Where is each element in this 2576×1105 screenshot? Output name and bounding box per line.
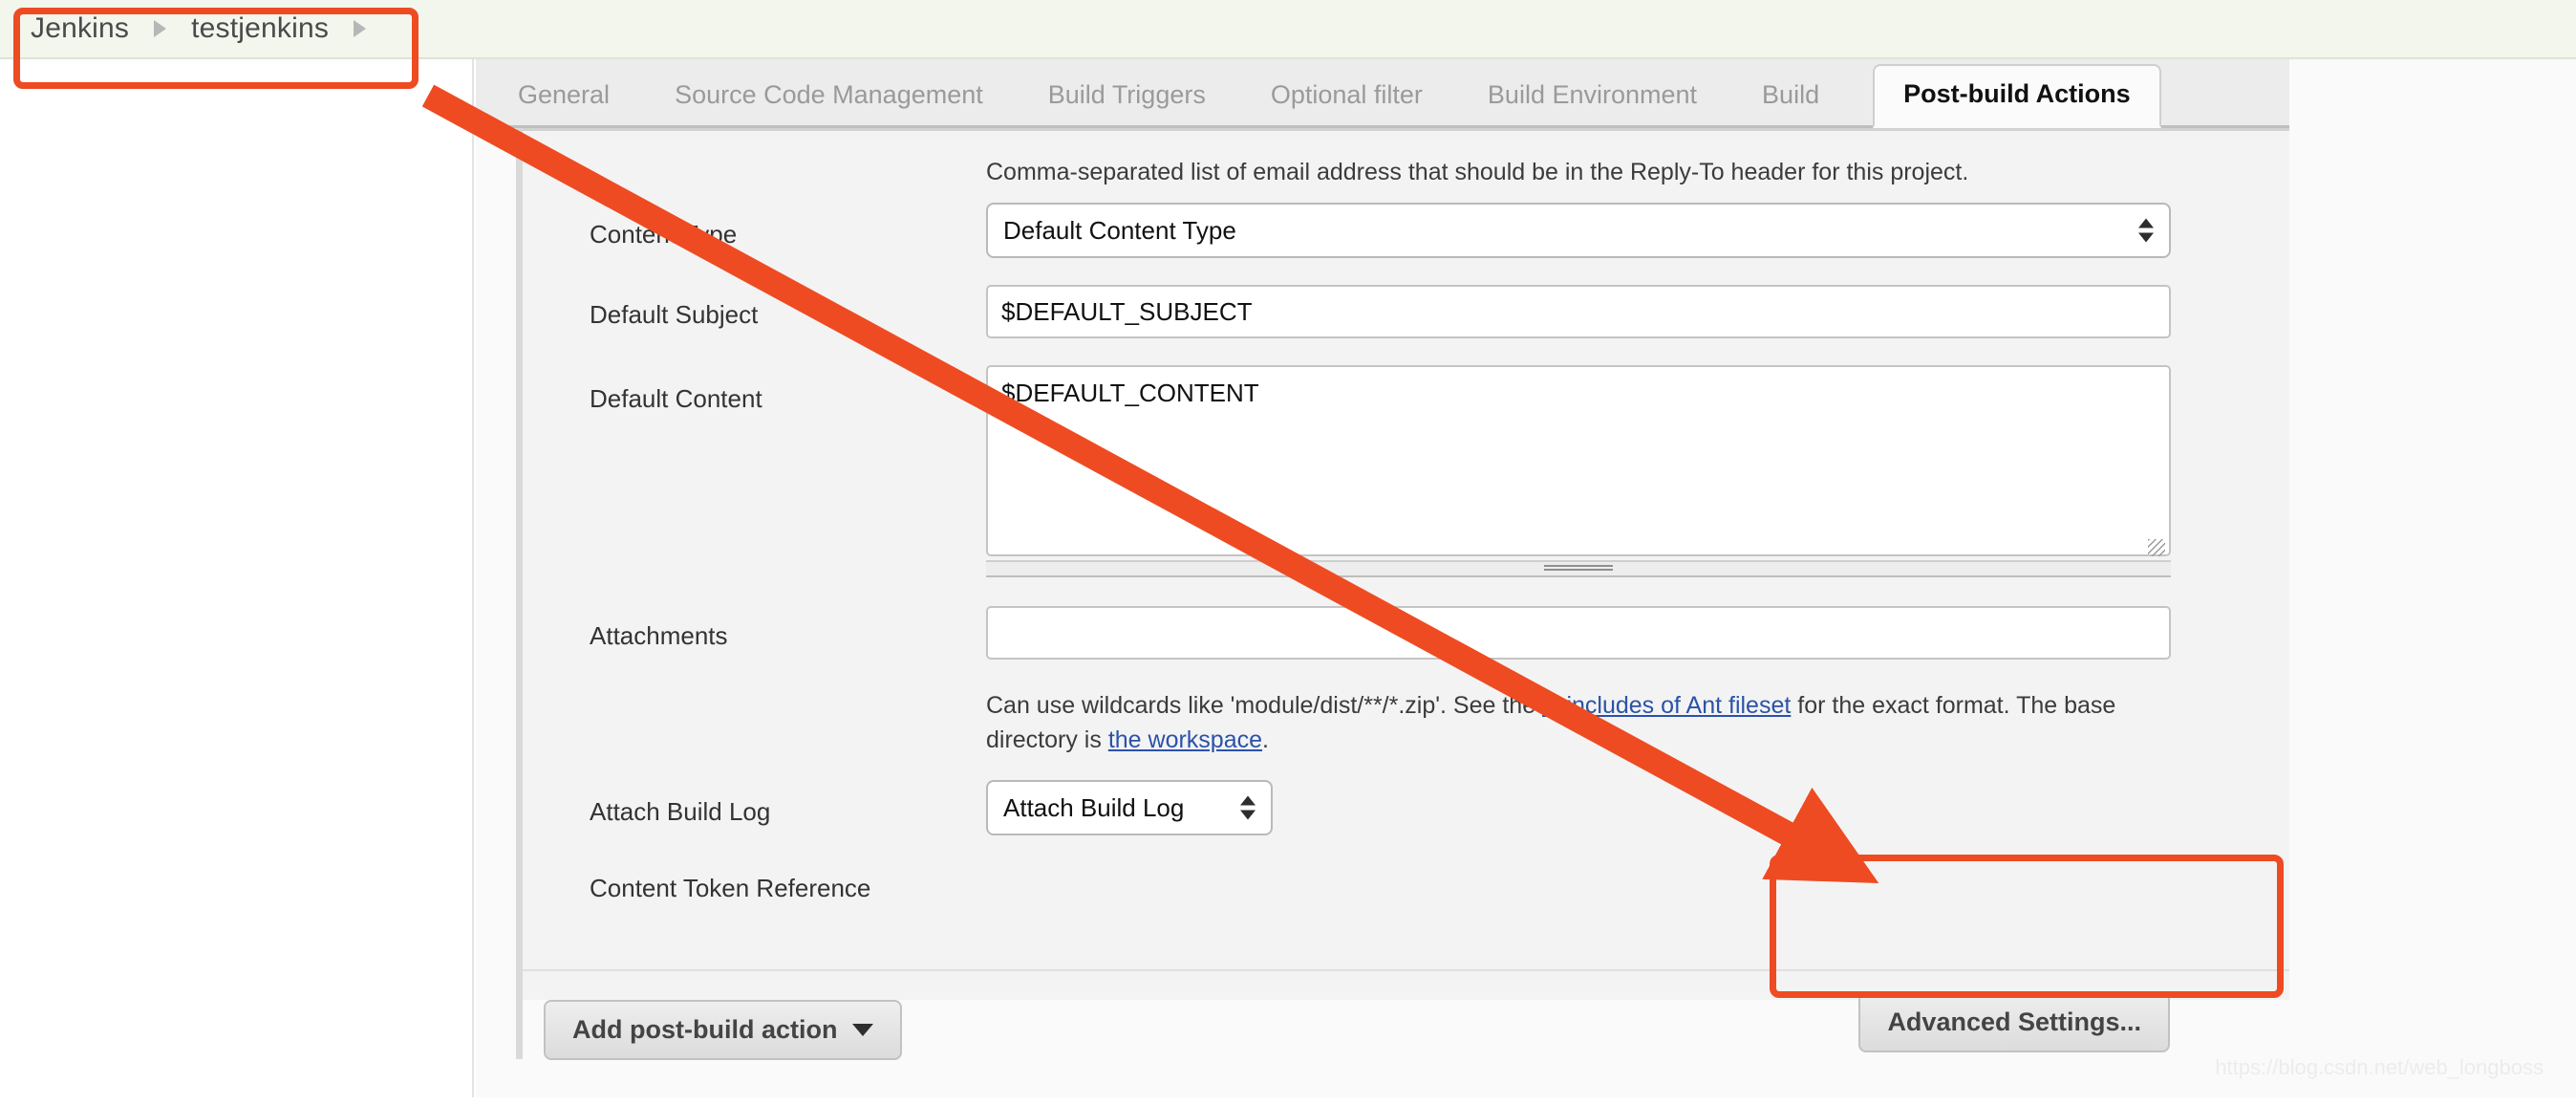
reply-to-description: Comma-separated list of email address th… [986,159,1969,185]
tab-build-environment[interactable]: Build Environment [1488,80,1697,125]
tab-general[interactable]: General [518,80,610,125]
content-type-select-wrap: Default Content Type [986,203,2171,258]
attachments-label: Attachments [590,621,728,650]
workspace-link[interactable]: the workspace [1108,726,1262,753]
row-content-type: Content Type Default Content Type ? [523,201,2289,281]
default-subject-field-wrap [986,285,2171,338]
attachments-input[interactable] [986,606,2171,660]
attachments-desc-part1: Can use wildcards like 'module/dist/**/*… [986,692,1543,719]
default-content-field-wrap: $DEFAULT_CONTENT [986,365,2171,561]
default-subject-label: Default Subject [590,300,759,329]
watermark: https://blog.csdn.net/web_longboss [2215,1055,2544,1079]
stepper-arrows-icon [2138,218,2154,243]
add-post-build-action-button[interactable]: Add post-build action [544,1000,903,1060]
attach-build-log-select-wrap: Attach Build Log [986,780,1273,835]
tab-source-code-management[interactable]: Source Code Management [675,80,983,125]
tab-build[interactable]: Build [1762,80,1819,125]
breadcrumb-item-testjenkins[interactable]: testjenkins [191,12,329,45]
attach-build-log-select[interactable]: Attach Build Log [986,780,1273,835]
content-token-reference-label: Content Token Reference [590,874,871,902]
row-attachments: Attachments ? [523,600,2289,681]
default-content-label: Default Content [590,384,762,413]
content-type-label: Content Type [590,220,738,249]
attach-build-log-value: Attach Build Log [1003,792,1185,822]
row-attach-build-log: Attach Build Log Attach Build Log ? [523,776,2289,856]
breadcrumb-item-jenkins[interactable]: Jenkins [31,12,129,45]
attachments-field-wrap [986,606,2171,660]
row-content-token-reference: Content Token Reference ? [523,860,2289,927]
tab-post-build-actions[interactable]: Post-build Actions [1873,64,2161,128]
textarea-resize-handle-icon[interactable] [2148,539,2165,556]
stepper-arrows-icon [1240,795,1256,820]
textarea-drag-strip[interactable] [986,560,2171,577]
breadcrumb: Jenkins testjenkins [0,0,2576,59]
add-post-build-action-label: Add post-build action [572,1015,838,1044]
chevron-down-icon [852,1024,874,1036]
attach-build-log-label: Attach Build Log [590,797,771,826]
chevron-right-icon [354,20,367,37]
panel-divider [523,128,2289,131]
ant-fileset-link[interactable]: @includes of Ant fileset [1542,692,1791,719]
chevron-right-icon [154,20,167,37]
attachments-desc-part3: . [1262,726,1269,754]
attachments-description: Can use wildcards like 'module/dist/**/*… [986,688,2180,758]
default-subject-input[interactable] [986,285,2171,338]
left-sidebar-gutter [0,59,474,1097]
default-content-textarea[interactable]: $DEFAULT_CONTENT [986,365,2171,556]
content-type-value: Default Content Type [1003,215,1236,245]
row-default-subject: Default Subject ? [523,281,2289,361]
drag-grip-icon [1544,565,1613,573]
post-build-actions-panel: Comma-separated list of email address th… [516,128,2289,1052]
tab-build-triggers[interactable]: Build Triggers [1048,80,1206,125]
tab-optional-filter[interactable]: Optional filter [1271,80,1423,125]
add-post-build-action-row: Add post-build action [516,1000,2289,1060]
content-type-select[interactable]: Default Content Type [986,203,2171,258]
config-tab-bar: General Source Code Management Build Tri… [476,59,2289,128]
